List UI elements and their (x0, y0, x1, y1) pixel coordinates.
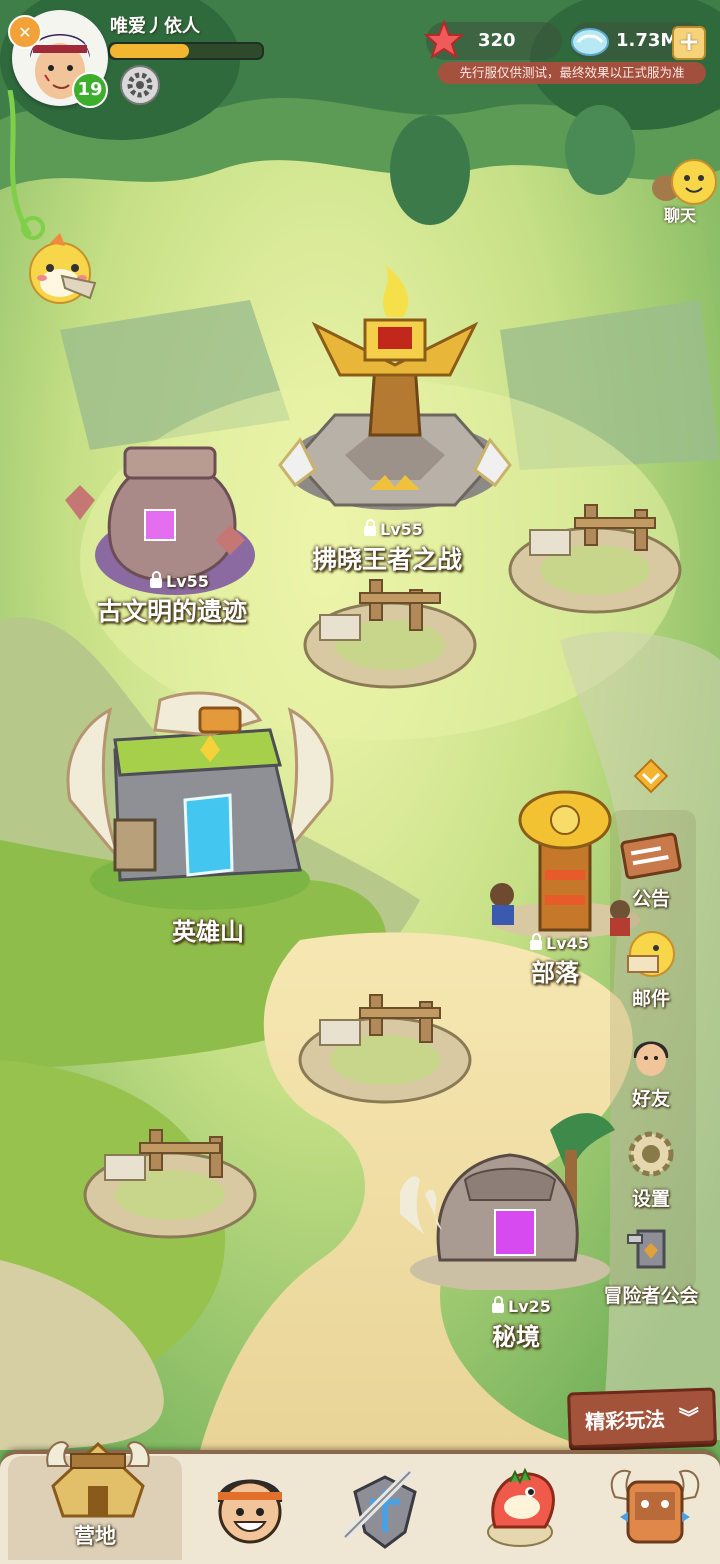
highlights-button[interactable]: 精彩玩法 ︾ (567, 1387, 717, 1449)
guild-label: 冒险者公会 (603, 1285, 699, 1307)
lock-icon (150, 571, 162, 588)
mail-label: 邮件 (631, 988, 670, 1010)
nav-camp-label: 营地 (74, 1524, 116, 1548)
ancient-ruins-level: Lv55 (150, 571, 209, 591)
chat-label: 聊天 (663, 206, 696, 225)
nav-hero-tab[interactable] (200, 1462, 324, 1552)
guild-button[interactable]: 冒险者公会 (601, 1225, 701, 1308)
hero-mountain-title[interactable]: 英雄山 (172, 912, 244, 947)
test-server-disclaimer: 先行服仅供测试，最终效果以正式服为准 (438, 62, 706, 84)
mail-button[interactable]: 邮件 (601, 928, 701, 1011)
ancient-ruins-title[interactable]: 古文明的遗迹 (97, 592, 247, 628)
dawn-king-level: Lv55 (364, 519, 423, 539)
nav-guild-beast-tab[interactable] (600, 1462, 720, 1552)
lock-icon (364, 519, 376, 536)
player-level-badge: 19 (72, 72, 108, 108)
empty-plot[interactable] (295, 990, 475, 1110)
notice-board-icon (620, 832, 682, 880)
secret-realm-cave[interactable] (400, 1110, 620, 1290)
mail-bird-icon (627, 931, 675, 977)
friends-button[interactable]: 好友 (601, 1028, 701, 1111)
secret-realm-title[interactable]: 秘境 (492, 1317, 540, 1352)
chat-button[interactable]: 聊天 (648, 158, 718, 228)
chat-bubble-icon (652, 159, 717, 205)
sword-shield-icon (342, 1469, 417, 1549)
friends-caveman-icon (633, 1041, 669, 1076)
starfish-icon (424, 20, 464, 60)
side-menu-collapse-icon[interactable] (633, 758, 669, 794)
gem-amount: 1.73M (616, 30, 679, 51)
starfish-amount: 320 (478, 30, 516, 51)
notice-label: 公告 (631, 888, 670, 910)
nav-pet-tab[interactable] (470, 1462, 594, 1552)
gem-shell-icon (571, 28, 609, 56)
settings-button[interactable]: 设置 (601, 1128, 701, 1211)
avatar-badge-icon: ✕ (8, 15, 42, 49)
settings-gear-small-icon[interactable] (120, 65, 160, 105)
camp-hut-icon (46, 1441, 150, 1518)
notice-button[interactable]: 公告 (601, 828, 701, 911)
guild-crest-icon (627, 1229, 666, 1269)
dawn-king-altar[interactable] (275, 255, 515, 535)
horned-beast-icon (610, 1469, 700, 1544)
dino-pet-icon (487, 1467, 555, 1547)
dawn-king-title[interactable]: 拂晓王者之战 (312, 540, 462, 576)
empty-plot[interactable] (300, 575, 480, 695)
empty-plot[interactable] (505, 500, 685, 620)
lock-icon (530, 933, 542, 950)
add-currency-button[interactable]: + (672, 26, 706, 60)
lock-icon (492, 1296, 504, 1313)
nav-weapon-tab[interactable] (335, 1462, 459, 1552)
secret-realm-level: Lv25 (492, 1296, 551, 1316)
hero-mountain[interactable] (60, 690, 340, 920)
nav-camp-tab[interactable]: 营地 (8, 1441, 182, 1560)
xp-bar (108, 42, 264, 60)
chevron-down-double-icon: ︾ (678, 1405, 700, 1430)
empty-plot[interactable] (80, 1125, 260, 1245)
settings-label: 设置 (631, 1188, 670, 1210)
vine-decoration (7, 90, 45, 240)
player-name: 唯爱丿依人 (110, 16, 200, 37)
settings-gear-icon (628, 1131, 674, 1177)
starfish-currency[interactable]: 320 (424, 20, 562, 60)
xp-bar-fill (110, 44, 190, 58)
hero-face-icon (217, 1479, 283, 1544)
tribe-level: Lv45 (530, 933, 589, 953)
highlights-label: 精彩玩法 (584, 1407, 666, 1434)
friends-label: 好友 (631, 1088, 670, 1110)
tribe-title[interactable]: 部落 (531, 953, 579, 988)
